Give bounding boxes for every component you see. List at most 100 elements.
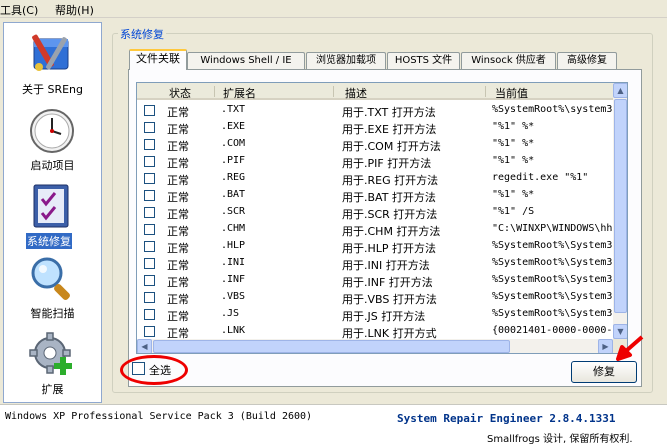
row-current-value: %SystemRoot%\System32\: [492, 291, 625, 302]
row-description: 用于.SCR 打开方法: [342, 208, 438, 221]
row-extension: .PIF: [221, 155, 246, 166]
row-extension: .JS: [221, 308, 240, 319]
horizontal-scroll-thumb[interactable]: [153, 340, 510, 353]
table-row[interactable]: 正常 .HLP 用于.HLP 打开方法 %SystemRoot%\System32\: [137, 238, 624, 255]
row-description: 用于.BAT 打开方法: [342, 191, 436, 204]
left-nav-panel: 关于 SREng 启动项目 系统修复 智能扫描 扩展: [3, 22, 102, 403]
table-row[interactable]: 正常 .REG 用于.REG 打开方法 regedit.exe "%1": [137, 170, 613, 187]
nav-item-about[interactable]: 关于 SREng: [4, 31, 101, 101]
vertical-scroll-thumb[interactable]: [614, 99, 627, 313]
table-row[interactable]: 正常 .LNK 用于.LNK 打开方式 {00021401-0000-0000-C00: [137, 323, 627, 340]
os-version-text: Windows XP Professional Service Pack 3 (…: [5, 411, 313, 422]
row-status: 正常: [167, 259, 189, 272]
row-checkbox[interactable]: [144, 275, 155, 286]
row-checkbox[interactable]: [144, 241, 155, 252]
tab-winsock-providers[interactable]: Winsock 供应者: [461, 52, 556, 69]
nav-label-about: 关于 SREng: [21, 83, 84, 96]
row-current-value: %SystemRoot%\System32\: [492, 240, 625, 251]
table-row[interactable]: 正常 .EXE 用于.EXE 打开方法 "%1" %*: [137, 119, 613, 136]
nav-item-smart-scan[interactable]: 智能扫描: [4, 255, 101, 325]
group-title: 系统修复: [118, 26, 166, 42]
table-row[interactable]: 正常 .INI 用于.INI 打开方法 %SystemRoot%\System32\: [137, 255, 624, 272]
tab-advanced-repair[interactable]: 高级修复: [557, 52, 617, 69]
tools-icon: [32, 34, 69, 71]
row-status: 正常: [167, 140, 189, 153]
nav-item-startup[interactable]: 启动项目: [4, 107, 101, 177]
row-checkbox[interactable]: [144, 139, 155, 150]
tab-hosts-file[interactable]: HOSTS 文件: [387, 52, 460, 69]
menu-tools[interactable]: 工具(C): [0, 2, 38, 18]
row-checkbox[interactable]: [144, 207, 155, 218]
scroll-up-icon[interactable]: ▲: [613, 83, 627, 98]
status-bar: Windows XP Professional Service Pack 3 (…: [0, 404, 667, 444]
row-status: 正常: [167, 157, 189, 170]
tab-file-association[interactable]: 文件关联: [129, 49, 187, 70]
row-current-value: {00021401-0000-0000-C00: [492, 325, 628, 336]
row-checkbox[interactable]: [144, 258, 155, 269]
nav-label-system-repair: 系统修复: [26, 233, 72, 249]
row-extension: .INF: [221, 274, 246, 285]
gear-plus-icon: [29, 332, 72, 375]
clock-icon: [30, 109, 74, 153]
table-row[interactable]: 正常 .TXT 用于.TXT 打开方法 %SystemRoot%\system32\: [137, 102, 624, 119]
row-description: 用于.VBS 打开方法: [342, 293, 437, 306]
menu-bar: 工具(C) 帮助(H): [0, 0, 667, 18]
row-extension: .CHM: [221, 223, 246, 234]
row-status: 正常: [167, 276, 189, 289]
file-association-list[interactable]: 状态 扩展名 描述 当前值 正常 .TXT 用于.TXT 打开方法 %SystemRo…: [136, 82, 628, 354]
menu-help[interactable]: 帮助(H): [55, 2, 94, 18]
row-extension: .SCR: [221, 206, 246, 217]
row-current-value: "%1" %*: [492, 138, 535, 149]
column-header-description[interactable]: 描述: [345, 85, 367, 101]
table-row[interactable]: 正常 .VBS 用于.VBS 打开方法 %SystemRoot%\System32\: [137, 289, 624, 306]
row-checkbox[interactable]: [144, 326, 155, 337]
column-header-status[interactable]: 状态: [169, 85, 191, 101]
row-description: 用于.JS 打开方法: [342, 310, 426, 323]
row-current-value: "%1" %*: [492, 189, 535, 200]
row-description: 用于.INI 打开方法: [342, 259, 430, 272]
nav-item-system-repair[interactable]: 系统修复: [4, 181, 101, 251]
row-status: 正常: [167, 242, 189, 255]
table-row[interactable]: 正常 .SCR 用于.SCR 打开方法 "%1" /S: [137, 204, 613, 221]
table-row[interactable]: 正常 .INF 用于.INF 打开方法 %SystemRoot%\System32\: [137, 272, 624, 289]
row-description: 用于.REG 打开方法: [342, 174, 439, 187]
tab-windows-shell-ie[interactable]: Windows Shell / IE: [187, 52, 305, 69]
row-current-value: "%1" %*: [492, 155, 535, 166]
row-checkbox[interactable]: [144, 224, 155, 235]
table-row[interactable]: 正常 .CHM 用于.CHM 打开方法 "C:\WINXP\WINDOWS\hh.ex: [137, 221, 627, 238]
horizontal-scrollbar[interactable]: ◀ ▶: [137, 339, 613, 353]
column-header-current-value[interactable]: 当前值: [495, 85, 528, 101]
row-checkbox[interactable]: [144, 105, 155, 116]
row-status: 正常: [167, 310, 189, 323]
table-row[interactable]: 正常 .BAT 用于.BAT 打开方法 "%1" %*: [137, 187, 613, 204]
nav-item-extensions[interactable]: 扩展: [4, 331, 101, 401]
row-checkbox[interactable]: [144, 173, 155, 184]
row-extension: .VBS: [221, 291, 246, 302]
row-checkbox[interactable]: [144, 292, 155, 303]
row-checkbox[interactable]: [144, 190, 155, 201]
table-row[interactable]: 正常 .COM 用于.COM 打开方法 "%1" %*: [137, 136, 613, 153]
row-current-value: %SystemRoot%\System32\: [492, 308, 625, 319]
row-description: 用于.HLP 打开方法: [342, 242, 437, 255]
tab-browser-addons[interactable]: 浏览器加载项: [306, 52, 386, 69]
row-extension: .INI: [221, 257, 246, 268]
row-description: 用于.EXE 打开方法: [342, 123, 437, 136]
annotation-arrow-icon: [616, 335, 644, 361]
table-row[interactable]: 正常 .PIF 用于.PIF 打开方法 "%1" %*: [137, 153, 613, 170]
row-extension: .LNK: [221, 325, 246, 336]
row-checkbox[interactable]: [144, 122, 155, 133]
row-current-value: %SystemRoot%\system32\: [492, 104, 625, 115]
scroll-left-icon[interactable]: ◀: [137, 339, 152, 353]
vertical-scrollbar[interactable]: ▲ ▼: [613, 83, 627, 339]
table-row[interactable]: 正常 .JS 用于.JS 打开方法 %SystemRoot%\System32\: [137, 306, 624, 323]
repair-button[interactable]: 修复: [571, 361, 637, 383]
row-description: 用于.PIF 打开方法: [342, 157, 432, 170]
row-status: 正常: [167, 174, 189, 187]
scroll-right-icon[interactable]: ▶: [598, 339, 613, 353]
row-checkbox[interactable]: [144, 309, 155, 320]
row-checkbox[interactable]: [144, 156, 155, 167]
checklist-icon: [33, 184, 69, 228]
list-header: 状态 扩展名 描述 当前值: [137, 83, 613, 100]
column-header-extension[interactable]: 扩展名: [223, 85, 256, 101]
row-extension: .BAT: [221, 189, 246, 200]
